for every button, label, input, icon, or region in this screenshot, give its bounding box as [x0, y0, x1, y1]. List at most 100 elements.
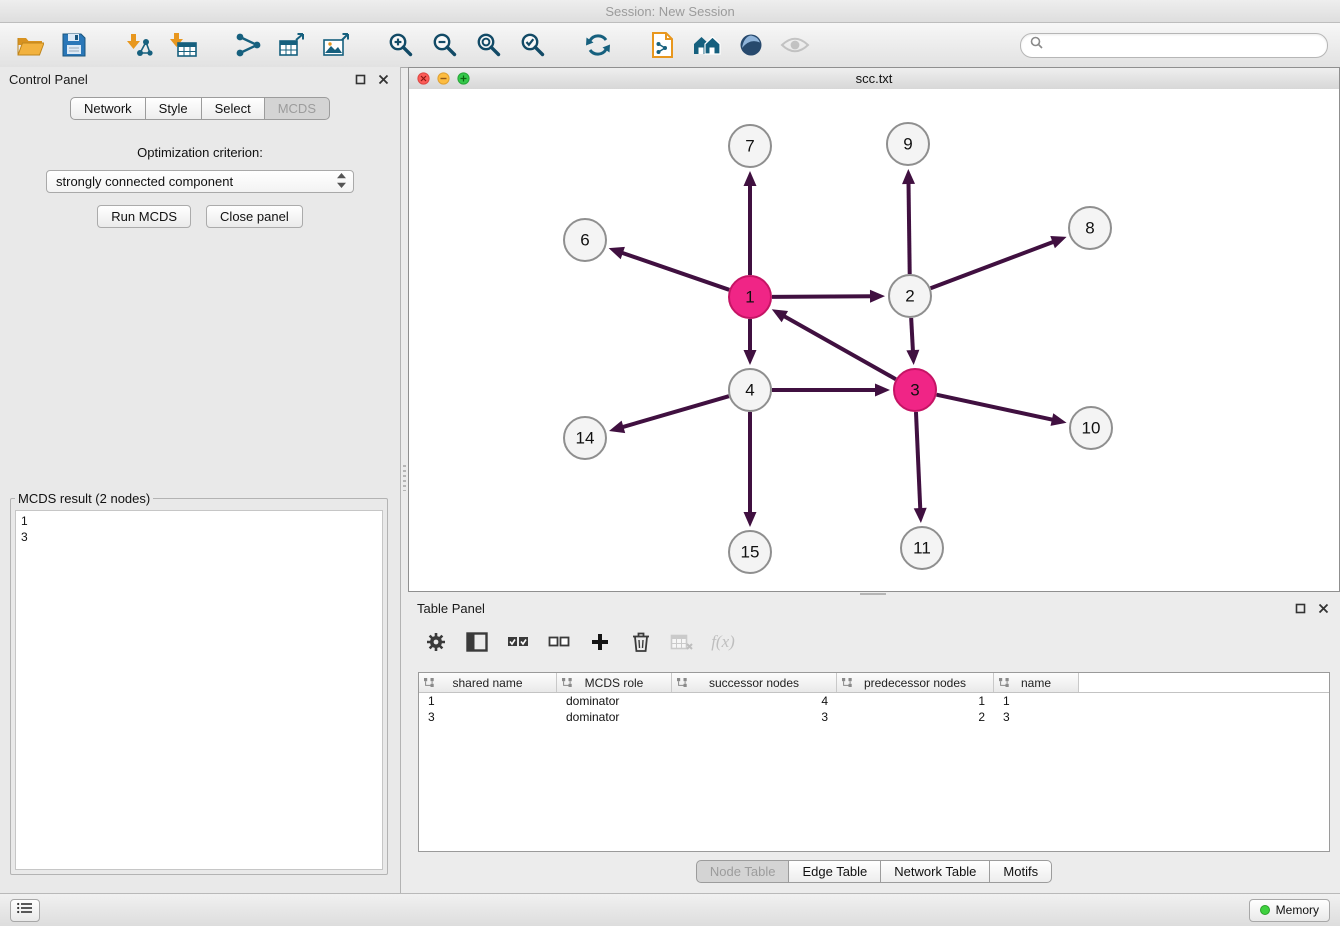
close-control-panel-button[interactable]: [375, 71, 391, 87]
tab-network[interactable]: Network: [70, 97, 146, 120]
tab-node-table[interactable]: Node Table: [696, 860, 790, 883]
graph-edge-3-10[interactable]: [937, 395, 1067, 426]
graph-edge-2-9[interactable]: [902, 169, 915, 274]
refresh-layout-icon[interactable]: [580, 28, 616, 62]
toolbar-separator: [559, 45, 572, 46]
graph-node-3[interactable]: 3: [894, 369, 936, 411]
close-table-panel-button[interactable]: [1315, 600, 1331, 616]
run-mcds-button[interactable]: Run MCDS: [97, 205, 191, 228]
titlebar[interactable]: Session: New Session: [0, 0, 1340, 23]
graph-edge-3-11[interactable]: [914, 412, 927, 523]
function-builder-icon[interactable]: f(x): [711, 630, 735, 654]
control-panel-header: Control Panel: [0, 67, 400, 91]
graph-edge-4-15[interactable]: [744, 412, 757, 527]
column-header-predecessor-nodes[interactable]: predecessor nodes: [837, 673, 994, 692]
search-box[interactable]: [1020, 33, 1328, 58]
zoom-selected-icon[interactable]: [515, 28, 551, 62]
import-network-from-file-icon[interactable]: [121, 28, 157, 62]
tab-style[interactable]: Style: [145, 97, 202, 120]
table-cell: 1: [837, 694, 994, 708]
select-all-rows-icon[interactable]: [506, 630, 530, 654]
graph-edge-2-3[interactable]: [906, 318, 919, 365]
graph-node-15[interactable]: 15: [729, 531, 771, 573]
table-row[interactable]: 1dominator411: [419, 693, 1329, 709]
graph-node-1[interactable]: 1: [729, 276, 771, 318]
toggle-panel-layout-icon[interactable]: [465, 630, 489, 654]
graph-node-4[interactable]: 4: [729, 369, 771, 411]
zoom-window-button[interactable]: [457, 72, 470, 85]
new-network-icon[interactable]: [230, 28, 266, 62]
graph-node-2[interactable]: 2: [889, 275, 931, 317]
zoom-fit-icon[interactable]: [471, 28, 507, 62]
control-panel-tabs: NetworkStyleSelectMCDS: [0, 97, 400, 120]
graph-edge-4-14[interactable]: [609, 396, 729, 433]
export-table-icon[interactable]: [274, 28, 310, 62]
graph-edge-1-2[interactable]: [772, 290, 885, 303]
delete-table-icon[interactable]: [670, 630, 694, 654]
table-cell: dominator: [557, 710, 672, 724]
table-header-row: shared nameMCDS rolesuccessor nodesprede…: [419, 673, 1329, 693]
column-header-successor-nodes[interactable]: successor nodes: [672, 673, 837, 692]
export-network-icon[interactable]: [645, 28, 681, 62]
tab-motifs[interactable]: Motifs: [989, 860, 1052, 883]
graph-node-14[interactable]: 14: [564, 417, 606, 459]
first-neighbors-icon[interactable]: [689, 28, 725, 62]
search-input[interactable]: [1049, 37, 1318, 53]
minimize-window-button[interactable]: [437, 72, 450, 85]
zoom-out-icon[interactable]: [427, 28, 463, 62]
toolbar-separator: [209, 45, 222, 46]
graph-node-11[interactable]: 11: [901, 527, 943, 569]
network-window-titlebar[interactable]: scc.txt: [409, 68, 1339, 90]
sort-icon: [561, 677, 573, 691]
graph-node-9[interactable]: 9: [887, 123, 929, 165]
tab-edge-table[interactable]: Edge Table: [788, 860, 881, 883]
memory-button[interactable]: Memory: [1249, 899, 1330, 922]
add-column-icon[interactable]: [588, 630, 612, 654]
zoom-in-icon[interactable]: [383, 28, 419, 62]
column-header-name[interactable]: name: [994, 673, 1079, 692]
svg-text:10: 10: [1082, 419, 1101, 438]
network-canvas[interactable]: 7 9 6 8 1 2 4 3 14 10 15 11: [409, 89, 1339, 591]
column-header-MCDS-role[interactable]: MCDS role: [557, 673, 672, 692]
import-table-from-file-icon[interactable]: [165, 28, 201, 62]
close-panel-button[interactable]: Close panel: [206, 205, 303, 228]
table-settings-icon[interactable]: [424, 630, 448, 654]
graph-node-6[interactable]: 6: [564, 219, 606, 261]
mcds-result-box[interactable]: 13: [15, 510, 383, 870]
horizontal-splitter-handle[interactable]: [860, 593, 886, 595]
graph-edge-1-7[interactable]: [744, 171, 757, 275]
graph-edge-1-6[interactable]: [609, 247, 730, 290]
graph-node-8[interactable]: 8: [1069, 207, 1111, 249]
svg-text:14: 14: [576, 429, 595, 448]
float-control-panel-button[interactable]: [352, 71, 368, 87]
graph-node-7[interactable]: 7: [729, 125, 771, 167]
save-session-icon[interactable]: [56, 28, 92, 62]
tab-mcds[interactable]: MCDS: [264, 97, 330, 120]
vertical-splitter[interactable]: [401, 67, 408, 893]
task-history-button[interactable]: [10, 899, 40, 922]
graph-edge-2-8[interactable]: [931, 236, 1067, 288]
graph-node-10[interactable]: 10: [1070, 407, 1112, 449]
memory-status-icon: [1260, 905, 1270, 915]
export-image-icon[interactable]: [318, 28, 354, 62]
graph-edge-3-1[interactable]: [772, 309, 896, 379]
column-header-shared-name[interactable]: shared name: [419, 673, 557, 692]
mcds-buttons-row: Run MCDS Close panel: [0, 205, 400, 228]
vertical-splitter-handle[interactable]: [403, 465, 406, 491]
show-hide-icon[interactable]: [777, 28, 813, 62]
vizmap-icon[interactable]: [733, 28, 769, 62]
close-window-button[interactable]: [417, 72, 430, 85]
table-row[interactable]: 3dominator323: [419, 709, 1329, 725]
float-table-panel-button[interactable]: [1292, 600, 1308, 616]
table-panel-header-buttons: [1285, 600, 1331, 616]
graph-edge-1-4[interactable]: [744, 319, 757, 365]
graph-edge-4-3[interactable]: [772, 384, 890, 397]
graph-canvas: 7 9 6 8 1 2 4 3 14 10 15 11: [409, 89, 1339, 591]
open-file-icon[interactable]: [12, 28, 48, 62]
optimization-select[interactable]: strongly connected component: [46, 170, 354, 193]
deselect-all-rows-icon[interactable]: [547, 630, 571, 654]
tab-network-table[interactable]: Network Table: [880, 860, 990, 883]
tab-select[interactable]: Select: [201, 97, 265, 120]
table-cell: 1: [994, 694, 1079, 708]
delete-column-icon[interactable]: [629, 630, 653, 654]
